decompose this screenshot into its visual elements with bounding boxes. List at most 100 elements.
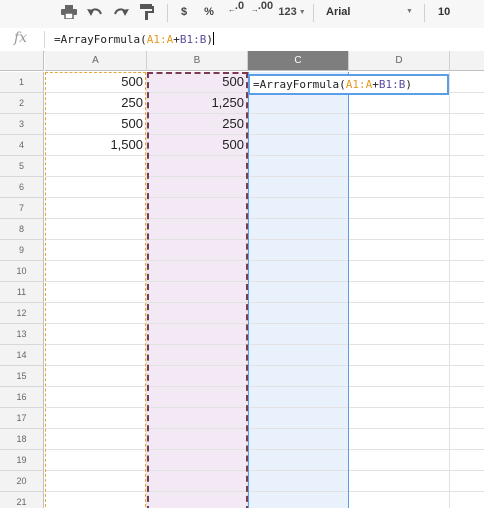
row-header[interactable]: 12 (0, 303, 44, 324)
formula-input[interactable]: =ArrayFormula(A1:A+B1:B) (54, 32, 214, 46)
row-header[interactable]: 11 (0, 282, 44, 303)
cell-b11[interactable] (147, 282, 248, 303)
cell-b13[interactable] (147, 324, 248, 345)
cell-b15[interactable] (147, 366, 248, 387)
cell-d7[interactable] (349, 198, 450, 219)
row-header[interactable]: 14 (0, 345, 44, 366)
cell-c6[interactable] (248, 177, 349, 198)
cell-a4[interactable]: 1,500 (45, 135, 147, 156)
cell-c4[interactable] (248, 135, 349, 156)
cell-a13[interactable] (45, 324, 147, 345)
row-header[interactable]: 7 (0, 198, 44, 219)
cell-b1[interactable]: 500 (147, 72, 248, 93)
cell-b5[interactable] (147, 156, 248, 177)
cell-b7[interactable] (147, 198, 248, 219)
cell-a14[interactable] (45, 345, 147, 366)
cell-d13[interactable] (349, 324, 450, 345)
cell-extra3[interactable] (450, 114, 484, 135)
cell-b20[interactable] (147, 471, 248, 492)
cell-c15[interactable] (248, 366, 349, 387)
row-header[interactable]: 10 (0, 261, 44, 282)
cell-extra2[interactable] (450, 93, 484, 114)
font-size-select[interactable]: 10 (428, 0, 484, 24)
cell-b17[interactable] (147, 408, 248, 429)
cell-d21[interactable] (349, 492, 450, 508)
cell-c18[interactable] (248, 429, 349, 450)
cell-a6[interactable] (45, 177, 147, 198)
row-header[interactable]: 17 (0, 408, 44, 429)
cell-b19[interactable] (147, 450, 248, 471)
row-header[interactable]: 18 (0, 429, 44, 450)
cell-a21[interactable] (45, 492, 147, 508)
row-header[interactable]: 2 (0, 93, 44, 114)
cell-d15[interactable] (349, 366, 450, 387)
cell-c14[interactable] (248, 345, 349, 366)
cell-a18[interactable] (45, 429, 147, 450)
cell-extra16[interactable] (450, 387, 484, 408)
cell-c12[interactable] (248, 303, 349, 324)
cell-extra18[interactable] (450, 429, 484, 450)
cell-extra10[interactable] (450, 261, 484, 282)
cell-d20[interactable] (349, 471, 450, 492)
row-header[interactable]: 1 (0, 72, 44, 93)
cell-a10[interactable] (45, 261, 147, 282)
cell-c3[interactable] (248, 114, 349, 135)
cell-b12[interactable] (147, 303, 248, 324)
cell-b18[interactable] (147, 429, 248, 450)
cell-c5[interactable] (248, 156, 349, 177)
cell-d10[interactable] (349, 261, 450, 282)
cell-b8[interactable] (147, 219, 248, 240)
undo-button[interactable] (84, 0, 106, 24)
cell-b6[interactable] (147, 177, 248, 198)
cell-b4[interactable]: 500 (147, 135, 248, 156)
row-header[interactable]: 3 (0, 114, 44, 135)
cell-c19[interactable] (248, 450, 349, 471)
row-header[interactable]: 8 (0, 219, 44, 240)
redo-button[interactable] (110, 0, 132, 24)
cell-a3[interactable]: 500 (45, 114, 147, 135)
cell-d4[interactable] (349, 135, 450, 156)
cell-b2[interactable]: 1,250 (147, 93, 248, 114)
cell-d19[interactable] (349, 450, 450, 471)
cell-c16[interactable] (248, 387, 349, 408)
column-header-c[interactable]: C (248, 51, 349, 71)
cell-a8[interactable] (45, 219, 147, 240)
cell-a17[interactable] (45, 408, 147, 429)
spreadsheet-grid[interactable]: A B C D 1 500 500 2 250 1,250 3 500 250 4 1,500 500 5 6 7 8… (0, 51, 484, 508)
cell-c11[interactable] (248, 282, 349, 303)
cell-extra6[interactable] (450, 177, 484, 198)
cell-a2[interactable]: 250 (45, 93, 147, 114)
cell-extra13[interactable] (450, 324, 484, 345)
cell-c9[interactable] (248, 240, 349, 261)
cell-c17[interactable] (248, 408, 349, 429)
row-header[interactable]: 19 (0, 450, 44, 471)
paint-format-button[interactable] (136, 0, 158, 24)
cell-a7[interactable] (45, 198, 147, 219)
cell-a15[interactable] (45, 366, 147, 387)
select-all-corner[interactable] (0, 51, 44, 71)
cell-d16[interactable] (349, 387, 450, 408)
cell-d9[interactable] (349, 240, 450, 261)
cell-b9[interactable] (147, 240, 248, 261)
row-header[interactable]: 5 (0, 156, 44, 177)
cell-b10[interactable] (147, 261, 248, 282)
cell-d11[interactable] (349, 282, 450, 303)
cell-a20[interactable] (45, 471, 147, 492)
cell-extra14[interactable] (450, 345, 484, 366)
cell-d2[interactable] (349, 93, 450, 114)
print-button[interactable] (58, 0, 80, 24)
cell-extra19[interactable] (450, 450, 484, 471)
row-header[interactable]: 16 (0, 387, 44, 408)
cell-c2[interactable] (248, 93, 349, 114)
cell-a5[interactable] (45, 156, 147, 177)
cell-d17[interactable] (349, 408, 450, 429)
row-header[interactable]: 4 (0, 135, 44, 156)
cell-extra21[interactable] (450, 492, 484, 508)
cell-extra11[interactable] (450, 282, 484, 303)
column-header-b[interactable]: B (147, 51, 248, 71)
cell-a19[interactable] (45, 450, 147, 471)
cell-b14[interactable] (147, 345, 248, 366)
row-header[interactable]: 9 (0, 240, 44, 261)
cell-c20[interactable] (248, 471, 349, 492)
cell-c13[interactable] (248, 324, 349, 345)
